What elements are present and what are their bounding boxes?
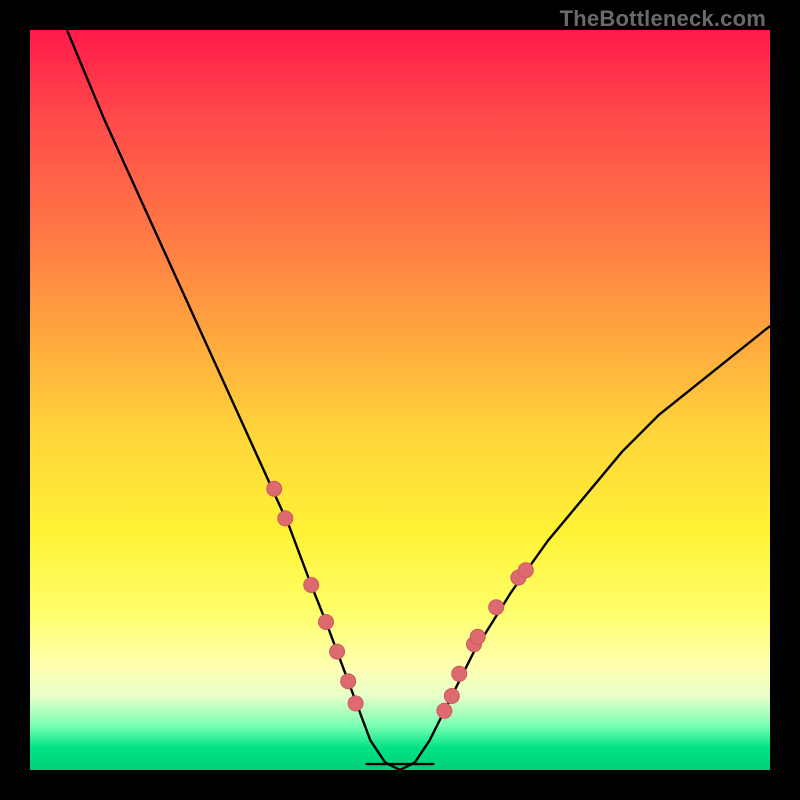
bottleneck-curve: [67, 30, 770, 770]
plot-area: [30, 30, 770, 770]
highlight-dot: [444, 689, 459, 704]
watermark-text: TheBottleneck.com: [560, 6, 766, 32]
outer-black-frame: TheBottleneck.com: [0, 0, 800, 800]
highlight-dot: [319, 615, 334, 630]
highlight-dot: [348, 696, 363, 711]
highlight-dot: [437, 703, 452, 718]
highlight-dot: [267, 481, 282, 496]
highlight-dot: [304, 578, 319, 593]
highlight-dot: [452, 666, 467, 681]
chart-svg: [30, 30, 770, 770]
highlight-dots-group: [267, 481, 534, 718]
highlight-dot: [470, 629, 485, 644]
highlight-dot: [278, 511, 293, 526]
highlight-dot: [341, 674, 356, 689]
highlight-dot: [518, 563, 533, 578]
highlight-dot: [489, 600, 504, 615]
highlight-dot: [330, 644, 345, 659]
